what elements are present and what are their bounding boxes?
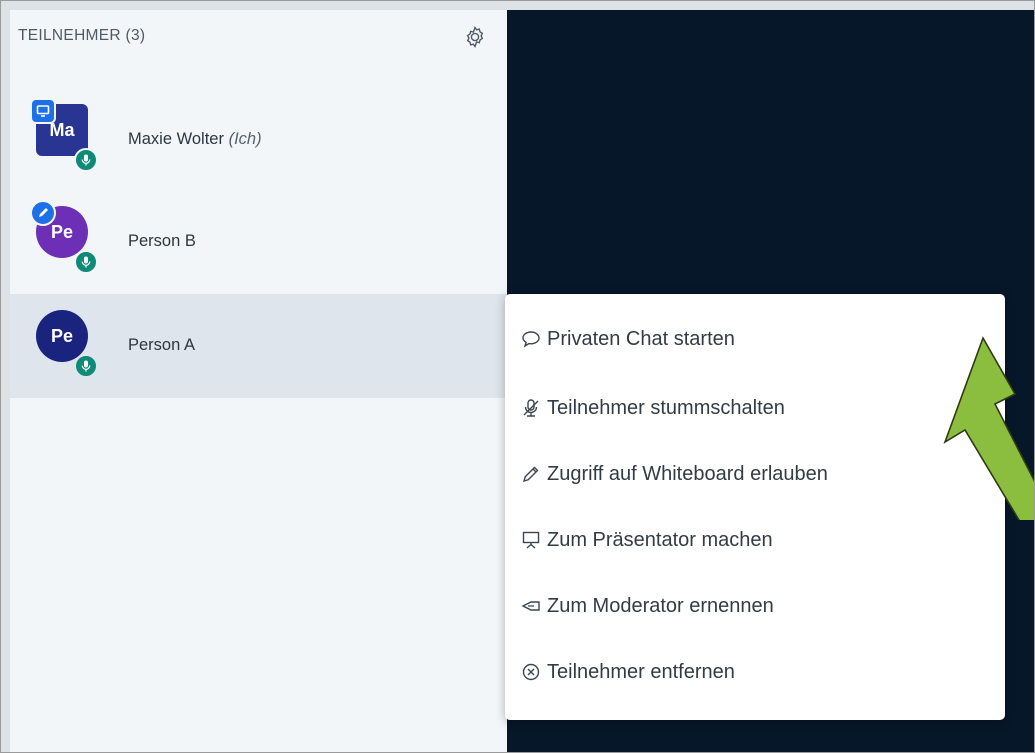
screenshot-frame: [0, 0, 1035, 753]
